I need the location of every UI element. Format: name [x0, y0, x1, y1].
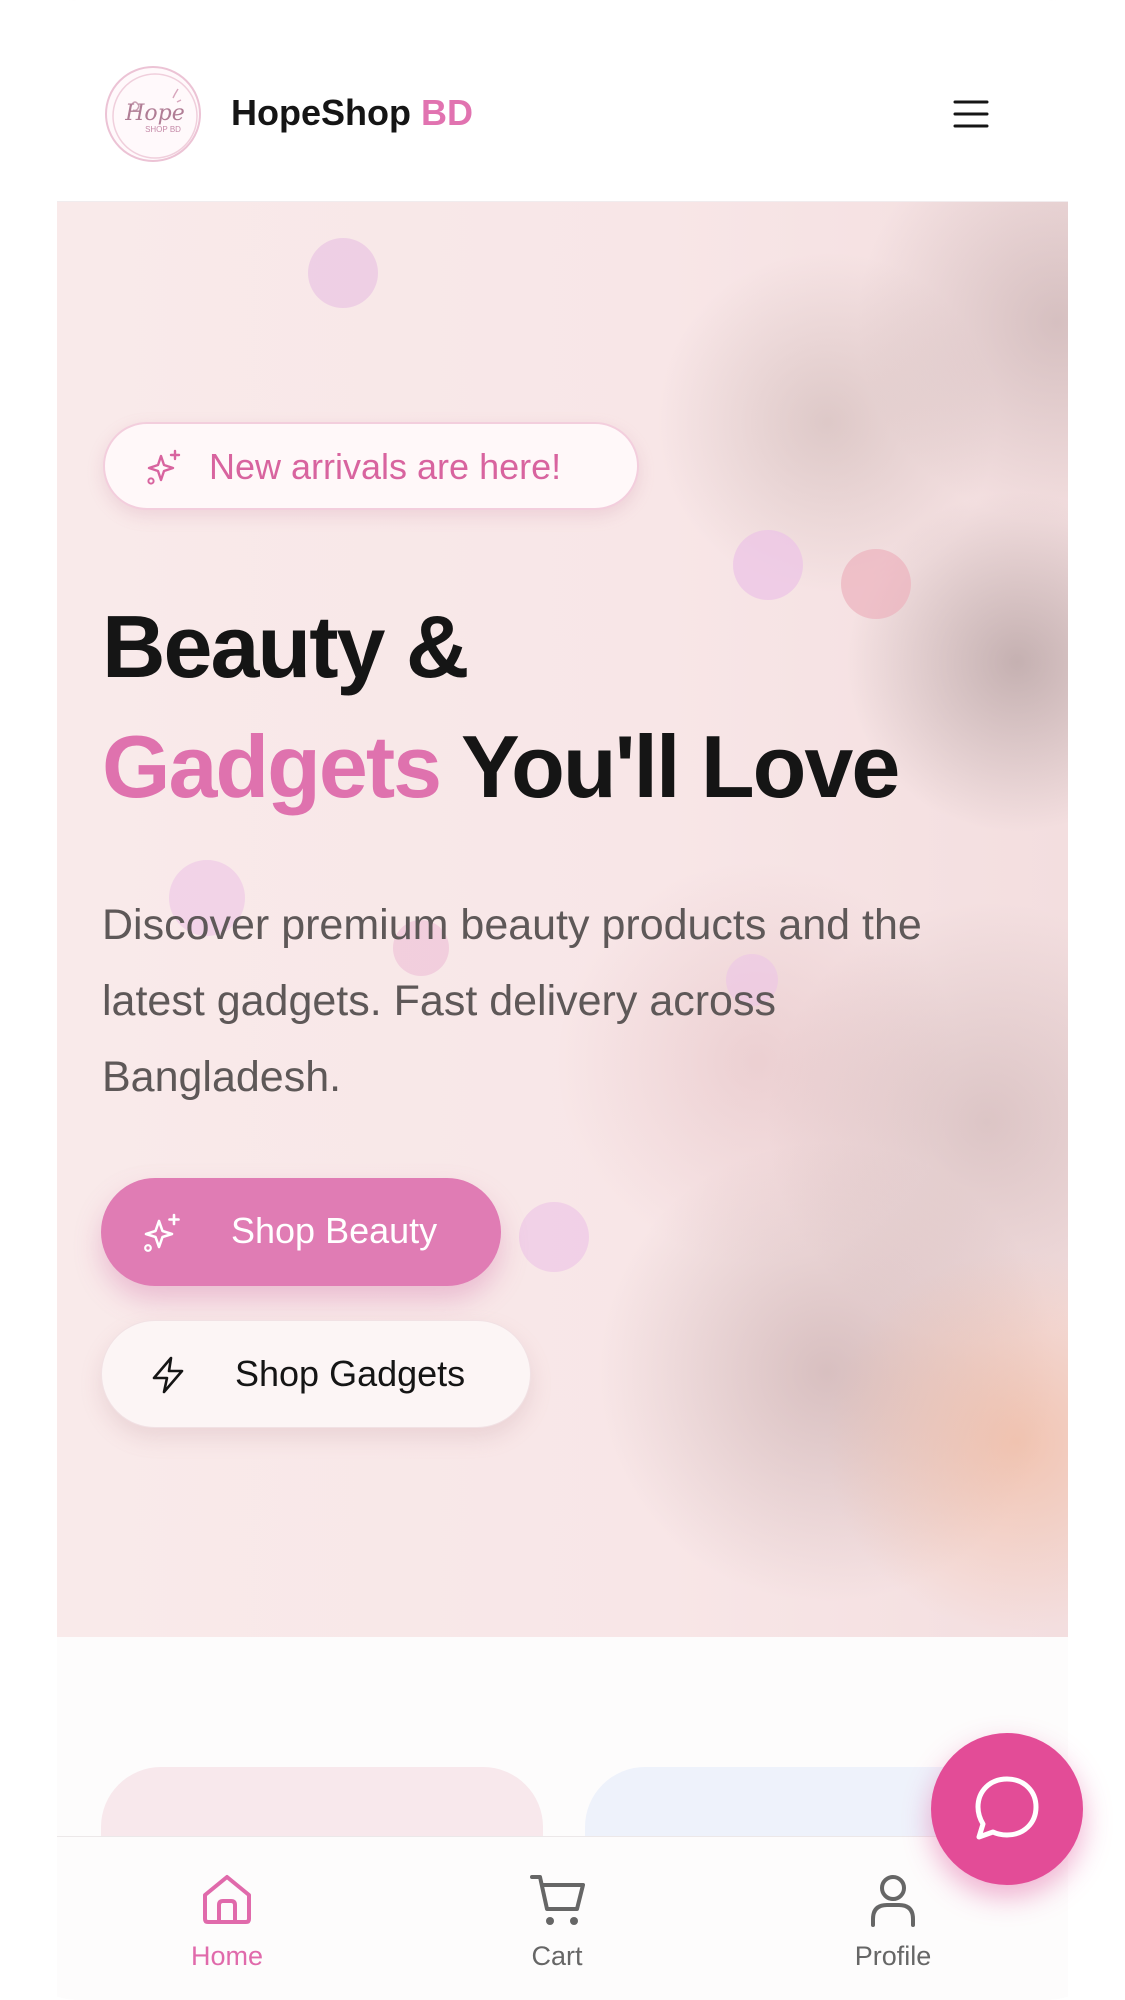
sparkles-icon: [147, 449, 181, 485]
logo-emblem-icon: Hope SHOP BD: [112, 73, 198, 159]
nav-item-home[interactable]: Home: [127, 1837, 327, 2000]
bottom-navigation: Home Cart Profile: [57, 1836, 1068, 2000]
nav-label-cart: Cart: [531, 1941, 583, 1971]
brand-name: HopeShop BD: [231, 92, 473, 133]
hero-description: Discover premium beauty products and the…: [102, 901, 922, 1101]
app-screen: Hope SHOP BD HopeShop BD New arrivals ar…: [57, 0, 1083, 2000]
headline-rest: You'll Love: [440, 717, 900, 816]
nav-item-cart[interactable]: Cart: [457, 1837, 657, 2000]
nav-label-home: Home: [190, 1941, 264, 1971]
hero-banner: New arrivals are here! Beauty & Gadgets …: [57, 202, 1068, 1637]
brand-suffix: BD: [421, 92, 473, 133]
shop-gadgets-button[interactable]: Shop Gadgets: [101, 1320, 531, 1428]
sparkles-icon: [144, 1213, 180, 1252]
svg-text:SHOP BD: SHOP BD: [145, 125, 181, 134]
decor-bubble: [519, 1202, 589, 1272]
chat-button[interactable]: [931, 1733, 1083, 1885]
user-icon: [871, 1875, 915, 1927]
shop-gadgets-label: Shop Gadgets: [235, 1353, 466, 1394]
top-header: Hope SHOP BD HopeShop BD: [57, 0, 1068, 202]
shop-beauty-label: Shop Beauty: [231, 1210, 438, 1251]
headline-line-1: Beauty &: [102, 597, 469, 696]
brand-logo[interactable]: Hope SHOP BD: [105, 66, 201, 162]
headline-line-2: Gadgets You'll Love: [102, 707, 1042, 827]
cart-icon: [530, 1875, 585, 1925]
phone-frame: Hope SHOP BD HopeShop BD New arrivals ar…: [0, 0, 1125, 2000]
lightning-icon: [152, 1356, 184, 1394]
chat-bubble-icon: [975, 1776, 1039, 1840]
new-arrivals-badge[interactable]: New arrivals are here!: [103, 422, 639, 510]
hero-headline: Beauty & Gadgets You'll Love: [102, 587, 1042, 827]
home-icon: [203, 1875, 251, 1924]
headline-highlight: Gadgets: [102, 717, 442, 816]
nav-label-profile: Profile: [854, 1941, 932, 1971]
svg-text:Hope: Hope: [124, 101, 185, 126]
shop-beauty-button[interactable]: Shop Beauty: [101, 1178, 501, 1286]
menu-button[interactable]: [951, 94, 991, 134]
decor-bubble: [308, 238, 378, 308]
badge-label: New arrivals are here!: [209, 446, 562, 487]
hamburger-menu-icon: [953, 100, 989, 128]
